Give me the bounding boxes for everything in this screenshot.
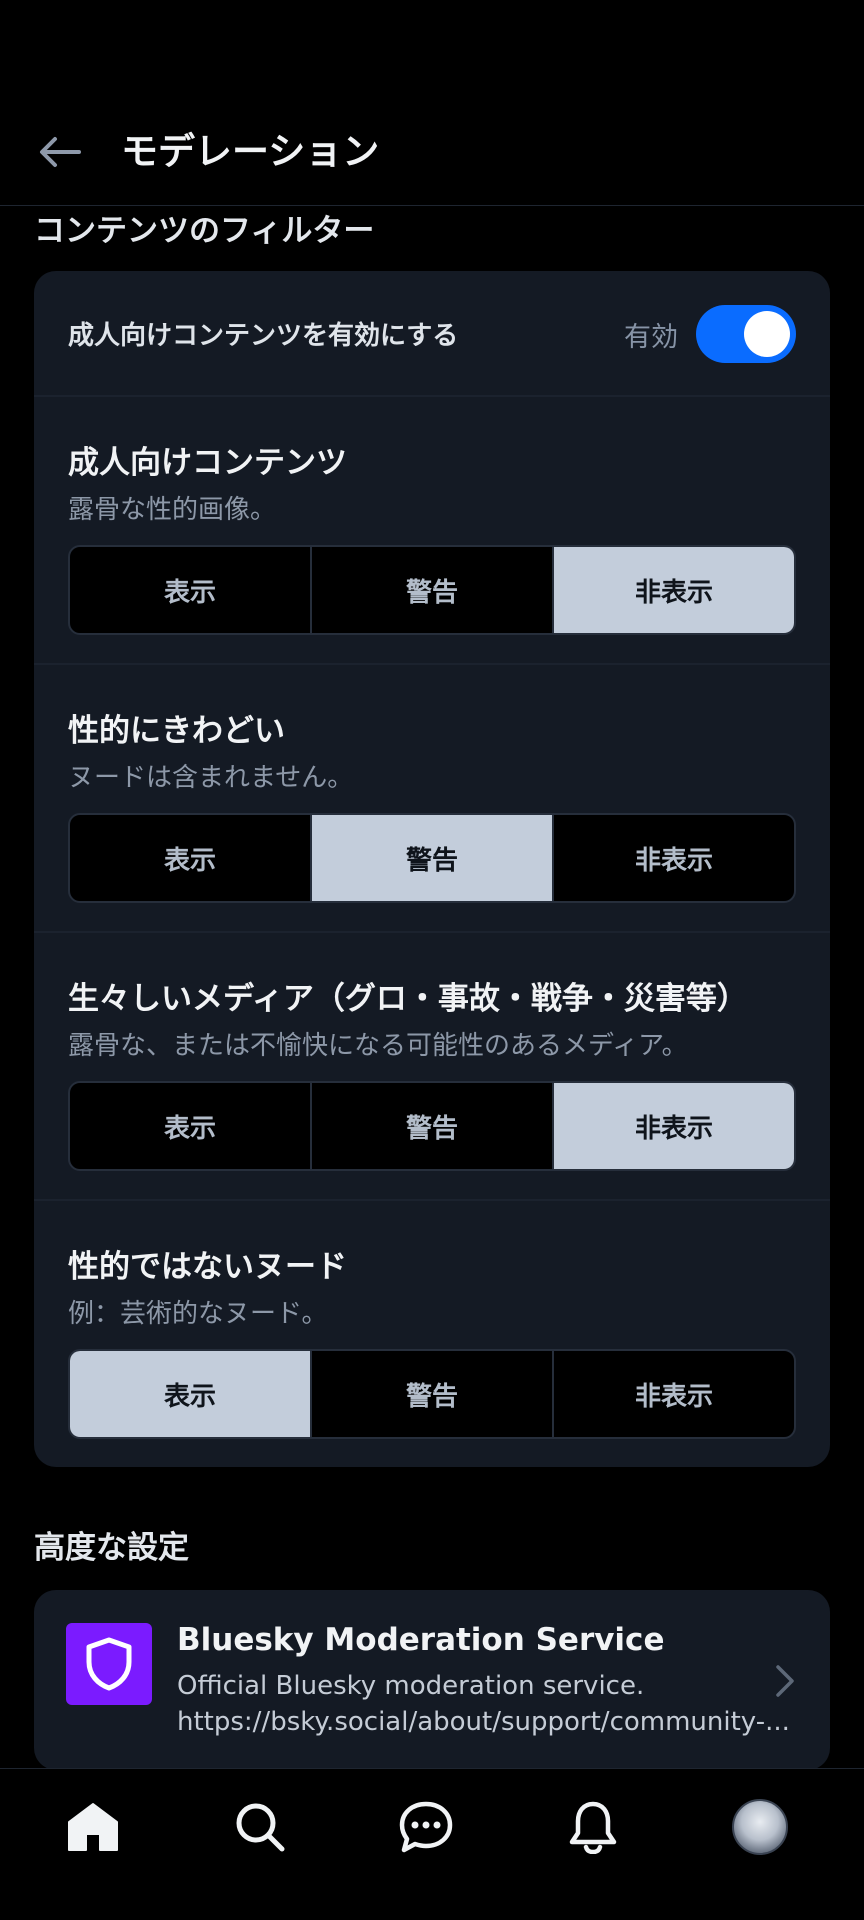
- preference-description: 露骨な、または不愉快になる可能性のあるメディア。: [68, 1031, 688, 1061]
- content-filters-heading: コンテンツのフィルター: [34, 213, 375, 249]
- bell-icon: [569, 1801, 617, 1854]
- preference-description: ヌードは含まれません。: [68, 763, 354, 793]
- option-hide[interactable]: 非表示: [554, 1351, 794, 1437]
- adult-content-toggle-label: 成人向けコンテンツを有効にする: [68, 321, 459, 351]
- content-filters-card: 成人向けコンテンツを有効にする 有効 成人向けコンテンツ 露骨な性的画像。 表示…: [34, 271, 830, 1467]
- service-avatar: [66, 1623, 152, 1705]
- back-button[interactable]: [36, 128, 84, 176]
- preference-title: 性的ではないヌード: [68, 1249, 347, 1285]
- nav-home[interactable]: [57, 1791, 129, 1863]
- option-show[interactable]: 表示: [70, 1083, 312, 1169]
- option-hide[interactable]: 非表示: [554, 1083, 794, 1169]
- bottom-nav: [0, 1768, 864, 1920]
- preference-segmented-control: 表示 警告 非表示: [68, 1349, 796, 1439]
- option-show[interactable]: 表示: [70, 547, 312, 633]
- preference-title: 生々しいメディア（グロ・事故・戦争・災害等）: [68, 981, 748, 1017]
- avatar: [732, 1799, 788, 1855]
- preference-adult-content: 成人向けコンテンツ 露骨な性的画像。 表示 警告 非表示: [34, 397, 830, 665]
- adult-content-state-label: 有効: [624, 322, 678, 353]
- preference-description: 例：芸術的なヌード。: [68, 1299, 328, 1329]
- nav-search[interactable]: [224, 1791, 296, 1863]
- preference-segmented-control: 表示 警告 非表示: [68, 545, 796, 635]
- nav-notifications[interactable]: [557, 1791, 629, 1863]
- nav-profile[interactable]: [724, 1791, 796, 1863]
- preference-description: 露骨な性的画像。: [68, 495, 277, 525]
- shield-icon: [86, 1637, 132, 1691]
- arrow-left-icon: [40, 137, 81, 167]
- preference-non-sexual-nudity: 性的ではないヌード 例：芸術的なヌード。 表示 警告 非表示: [34, 1201, 830, 1467]
- chevron-right-icon: [770, 1658, 800, 1704]
- adult-content-toggle[interactable]: [696, 305, 796, 363]
- option-show[interactable]: 表示: [70, 1351, 312, 1437]
- option-warn[interactable]: 警告: [312, 547, 554, 633]
- option-hide[interactable]: 非表示: [554, 815, 794, 901]
- adult-content-toggle-row: 成人向けコンテンツを有効にする 有効: [34, 271, 830, 397]
- chat-icon: [399, 1801, 453, 1853]
- option-warn[interactable]: 警告: [312, 1083, 554, 1169]
- nav-chat[interactable]: [390, 1791, 462, 1863]
- toggle-knob: [744, 311, 790, 357]
- option-warn[interactable]: 警告: [312, 1351, 554, 1437]
- page-title: モデレーション: [121, 130, 380, 173]
- preference-title: 性的にきわどい: [68, 713, 285, 749]
- preference-suggestive: 性的にきわどい ヌードは含まれません。 表示 警告 非表示: [34, 665, 830, 933]
- advanced-heading: 高度な設定: [34, 1530, 189, 1566]
- option-show[interactable]: 表示: [70, 815, 312, 901]
- option-warn[interactable]: 警告: [312, 815, 554, 901]
- search-icon: [236, 1803, 285, 1852]
- preference-title: 成人向けコンテンツ: [68, 445, 347, 481]
- option-hide[interactable]: 非表示: [554, 547, 794, 633]
- service-description: Official Bluesky moderation service. htt…: [177, 1671, 790, 1737]
- service-name: Bluesky Moderation Service: [177, 1622, 665, 1658]
- header: モデレーション: [0, 0, 864, 206]
- preference-segmented-control: 表示 警告 非表示: [68, 1081, 796, 1171]
- preference-graphic-media: 生々しいメディア（グロ・事故・戦争・災害等） 露骨な、または不愉快になる可能性の…: [34, 933, 830, 1201]
- moderation-service-item[interactable]: Bluesky Moderation Service Official Blue…: [34, 1590, 830, 1770]
- preference-segmented-control: 表示 警告 非表示: [68, 813, 796, 903]
- home-icon: [68, 1803, 118, 1851]
